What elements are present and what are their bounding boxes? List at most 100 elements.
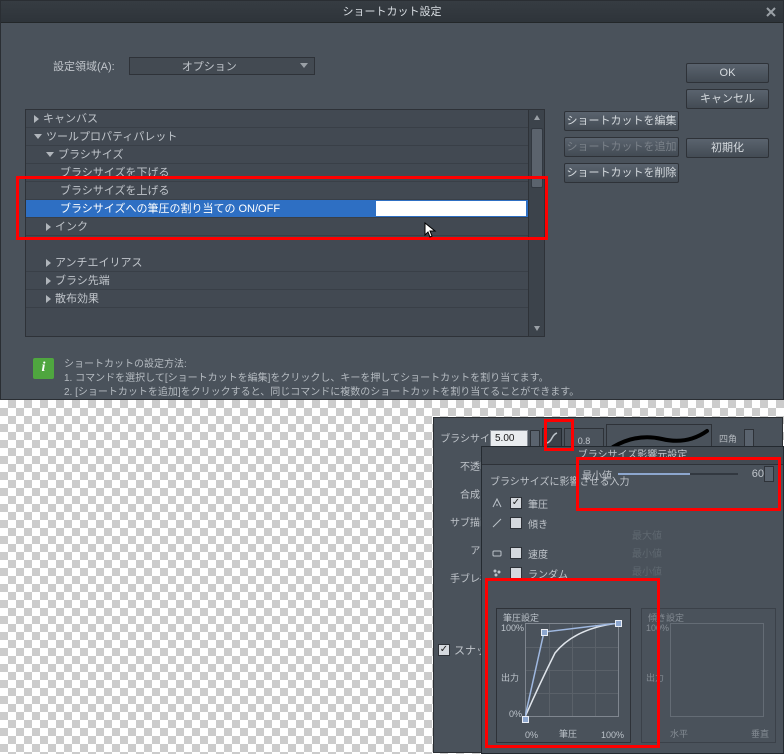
right-button-col: OK キャンセル — [686, 63, 769, 109]
brush-min-preview[interactable]: 0.8 — [564, 428, 604, 448]
tilt-checkbox[interactable] — [510, 517, 522, 529]
scroll-down-icon[interactable] — [529, 320, 545, 336]
dialog-title: ショートカット設定 — [343, 6, 442, 18]
random-label: ランダム — [528, 566, 568, 581]
tree-row-tool-property[interactable]: ツールプロパティパレット — [26, 128, 544, 146]
chevron-down-icon — [300, 63, 308, 68]
min-label-disabled: 最小値 — [632, 545, 662, 560]
tree-label: アンチエイリアス — [55, 254, 143, 272]
add-shortcut-button[interactable]: ショートカットを追加 — [564, 137, 679, 157]
instr-line1: 1. コマンドを選択して[ショートカットを編集]をクリックし、キーを押してショー… — [64, 372, 579, 386]
source-pressure-row: 筆圧 — [490, 494, 775, 512]
dialog-title-bar: ショートカット設定 — [1, 1, 783, 23]
tree-label: ツールプロパティパレット — [46, 128, 177, 146]
pen-nib-icon — [490, 496, 504, 510]
setting-area-value: オプション — [182, 58, 237, 74]
minimum-value-row: 最小値 60 — [582, 466, 774, 482]
tree-row-brush-down[interactable]: ブラシサイズを下げる — [26, 164, 544, 182]
graph-ylabel: 出力 — [501, 671, 519, 684]
graph-tick-0y: 0% — [509, 709, 522, 719]
scroll-up-icon[interactable] — [529, 110, 545, 126]
graph-tick-0x: 0% — [525, 730, 538, 740]
max-label-disabled: 最大値 — [632, 527, 662, 542]
tree-row-antialias[interactable]: アンチエイリアス — [26, 254, 544, 272]
graph-tick-100x: 100% — [601, 730, 624, 740]
instr-title: ショートカットの設定方法: — [64, 358, 579, 372]
min-slider[interactable] — [618, 471, 738, 477]
tree-label: ブラシ先端 — [55, 272, 110, 290]
brush-size-spinner[interactable] — [530, 430, 540, 447]
scroll-thumb[interactable] — [531, 128, 543, 188]
instr-line2: 2. [ショートカットを追加]をクリックすると、同じコマンドに複数のショートカッ… — [64, 386, 579, 400]
pressure-label: 筆圧 — [528, 496, 548, 511]
brush-shape-spinner[interactable] — [744, 429, 754, 447]
tool-property-palette: ブラシサイズ 不透明 合成モ サブ描画 アン 手ブレ補 0.8 四角 スナッ ブ… — [433, 417, 783, 753]
shortcut-input-field[interactable] — [376, 201, 526, 216]
tree-row-canvas[interactable]: キャンバス — [26, 110, 544, 128]
tilt-curve-graph: 傾き設定 100% 出力 水平 垂直 — [641, 608, 776, 743]
triangle-right-icon — [46, 277, 51, 285]
setting-area-combo[interactable]: オプション — [129, 57, 315, 75]
random-checkbox[interactable] — [510, 567, 522, 579]
tree-row-ink[interactable]: インク — [26, 218, 544, 236]
speed-icon — [490, 546, 504, 560]
curve-handle-mid[interactable] — [541, 629, 548, 636]
tree-row-scatter[interactable]: 散布効果 — [26, 290, 544, 308]
tree-row-brush-size[interactable]: ブラシサイズ — [26, 146, 544, 164]
graph-xlabel-l: 水平 — [670, 727, 688, 740]
speed-label: 速度 — [528, 546, 548, 561]
curve-handle-end[interactable] — [615, 620, 622, 627]
popup-title: ブラシサイズ影響元設定 — [482, 447, 783, 465]
random-icon — [490, 566, 504, 580]
initialize-button[interactable]: 初期化 — [686, 138, 769, 158]
graph-xlabel-r: 垂直 — [751, 727, 769, 740]
tree-label: ブラシサイズへの筆圧の割り当ての ON/OFF — [60, 200, 280, 218]
ok-button[interactable]: OK — [686, 63, 769, 83]
triangle-right-icon — [46, 259, 51, 267]
shortcut-buttons-col: ショートカットを編集 ショートカットを追加 ショートカットを削除 — [564, 111, 679, 183]
speed-checkbox[interactable] — [510, 547, 522, 559]
triangle-down-icon — [46, 152, 54, 157]
min-label-disabled2: 最小値 — [632, 563, 662, 578]
tree-row-brush-up[interactable]: ブラシサイズを上げる — [26, 182, 544, 200]
brush-size-input[interactable] — [490, 430, 528, 447]
snap-row: スナッ — [438, 642, 487, 658]
min-spinner[interactable] — [764, 466, 774, 482]
triangle-right-icon — [46, 295, 51, 303]
tree-label: キャンバス — [43, 110, 98, 128]
delete-shortcut-button[interactable]: ショートカットを削除 — [564, 163, 679, 183]
info-icon: i — [33, 358, 54, 379]
curve-handle-start[interactable] — [522, 716, 529, 723]
tilt-icon — [490, 516, 504, 530]
graph-ylabel: 出力 — [646, 671, 664, 684]
pressure-curve-graph[interactable]: 筆圧設定 100% 出力 0% 0% 筆圧 100% — [496, 608, 631, 743]
tree-label: 散布効果 — [55, 290, 99, 308]
tree-label: インク — [55, 218, 88, 236]
small-preview-label: 0.8 — [578, 436, 591, 446]
tree-row-brush-tip[interactable]: ブラシ先端 — [26, 272, 544, 290]
tree-row-pressure-toggle[interactable]: ブラシサイズへの筆圧の割り当ての ON/OFF — [26, 200, 544, 218]
tree-scrollbar[interactable] — [528, 110, 544, 336]
cursor-icon — [424, 222, 438, 240]
tree-label: ブラシサイズを下げる — [60, 164, 169, 182]
setting-area-row: 設定領域(A): オプション — [53, 57, 315, 75]
cancel-button[interactable]: キャンセル — [686, 89, 769, 109]
graph-tick-100: 100% — [501, 623, 524, 633]
graph-tick-100: 100% — [646, 623, 669, 633]
close-icon[interactable] — [763, 4, 779, 20]
snap-checkbox[interactable] — [438, 644, 450, 656]
dialog-body: 設定領域(A): オプション OK キャンセル 初期化 ショートカットを編集 シ… — [1, 23, 783, 399]
tree-label: ブラシサイズ — [58, 146, 123, 164]
tree-label: ブラシサイズを上げる — [60, 182, 169, 200]
pen-pressure-toggle-button[interactable] — [542, 428, 562, 448]
graph-xlabel: 筆圧 — [559, 727, 577, 740]
edit-shortcut-button[interactable]: ショートカットを編集 — [564, 111, 679, 131]
pressure-checkbox[interactable] — [510, 497, 522, 509]
shortcut-settings-dialog: ショートカット設定 設定領域(A): オプション OK キャンセル 初期化 ショ… — [0, 0, 784, 400]
brush-shape-label: 四角 — [714, 432, 742, 445]
pressure-curve — [525, 623, 619, 717]
min-value: 60 — [744, 468, 764, 480]
brush-influence-popup: ブラシサイズ影響元設定 ブラシサイズに影響させる入力 筆圧 傾き 速度 — [481, 446, 784, 754]
setting-area-label: 設定領域(A): — [53, 58, 115, 74]
command-tree: キャンバス ツールプロパティパレット ブラシサイズ ブラシサイズを下げる ブラシ… — [25, 109, 545, 337]
